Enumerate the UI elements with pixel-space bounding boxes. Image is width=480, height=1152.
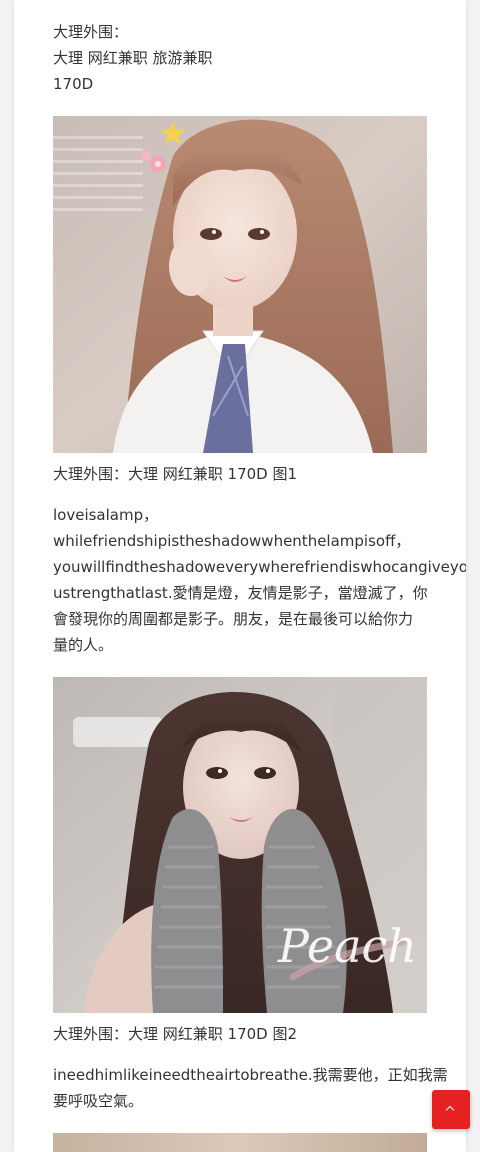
photo-2-caption: 大理外围：大理 网红兼职 170D 图2 — [53, 1025, 298, 1043]
paragraph-1-line: youwillfindtheshadoweverywherefriendiswh… — [53, 558, 466, 576]
watermark-text: Peach — [277, 919, 417, 973]
article-page: 大理外围： 大理 网红兼职 旅游兼职 170D 大理外围：大理 网红兼职 170… — [14, 0, 466, 1152]
paragraph-2: ineedhimlikeineedtheairtobreathe.我需要他，正如… — [53, 1062, 448, 1114]
paragraph-2-line: ineedhimlikeineedtheairtobreathe.我需要他，正如… — [53, 1066, 448, 1084]
photo-1-caption: 大理外围：大理 网红兼职 170D 图1 — [53, 465, 298, 483]
back-to-top-button[interactable] — [432, 1090, 470, 1129]
photo-1 — [53, 116, 427, 453]
photo-3 — [53, 1133, 427, 1152]
paragraph-1-line: whilefriendshipistheshadowwhenthelampiso… — [53, 532, 411, 550]
paragraph-1-line: ustrengthatlast.愛情是燈，友情是影子，當燈滅了，你 — [53, 584, 428, 602]
paragraph-1: loveisalamp， whilefriendshipistheshadoww… — [53, 502, 466, 658]
intro-line-2: 大理 网红兼职 旅游兼职 — [53, 49, 213, 67]
paragraph-1-line: 量的人。 — [53, 636, 114, 654]
paragraph-1-line: 會發現你的周圍都是影子。朋友，是在最後可以給你力 — [53, 610, 414, 628]
intro-line-3: 170D — [53, 75, 94, 93]
chevron-up-icon — [445, 1105, 455, 1115]
paragraph-1-line: loveisalamp， — [53, 506, 159, 524]
photo-2: Peach — [53, 677, 427, 1013]
intro-line-1: 大理外围： — [53, 23, 129, 41]
paragraph-2-line: 要呼吸空氣。 — [53, 1092, 144, 1110]
